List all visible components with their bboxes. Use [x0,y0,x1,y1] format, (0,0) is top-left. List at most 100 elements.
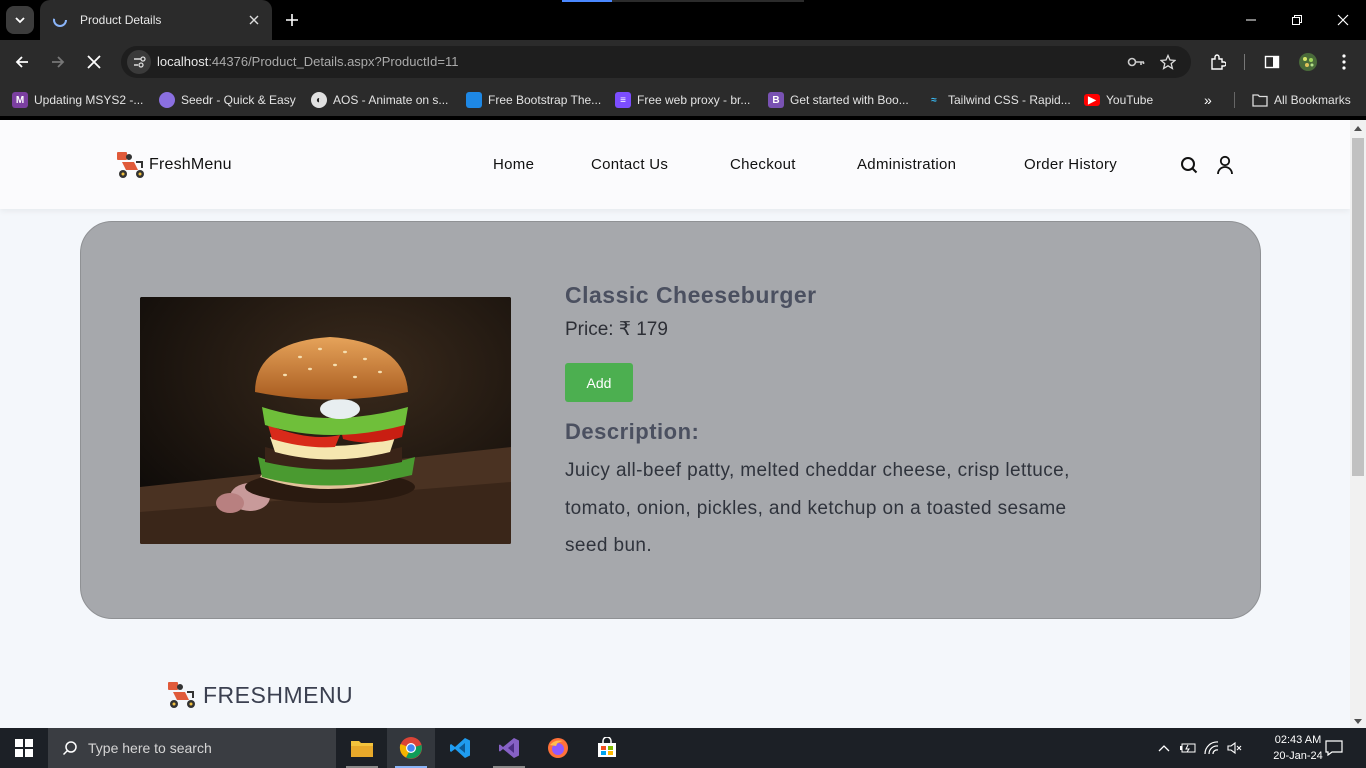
taskbar-search-box[interactable]: Type here to search [48,728,336,768]
bootstrap-icon: B [768,92,784,108]
bookmarks-overflow-button[interactable]: » [1204,92,1212,108]
all-bookmarks-folder[interactable]: All Bookmarks [1252,92,1351,108]
user-icon[interactable] [1214,154,1236,176]
scroll-up-icon[interactable] [1354,126,1362,131]
file-explorer-app[interactable] [338,728,386,768]
bookmark-item[interactable]: ◐ AOS - Animate on s... [311,92,448,108]
close-window-button[interactable] [1320,0,1366,40]
battery-icon[interactable] [1179,740,1197,756]
footer-brand[interactable]: FRESHMENU [165,678,353,712]
bookmarks-bar: M Updating MSYS2 -... Seedr - Quick & Eas… [0,84,1366,116]
chevron-double-right-icon: » [1204,92,1212,108]
search-icon [62,741,77,756]
windows-taskbar: Type here to search 02:43 AM 20-Jan-24 [0,728,1366,768]
tailwind-icon: ≈ [931,94,937,106]
start-button[interactable] [0,728,48,768]
network-icon[interactable] [1203,740,1221,756]
product-card: Classic Cheeseburger Price: ₹ 179 Add De… [80,221,1261,619]
minimize-button[interactable] [1228,0,1274,40]
bookmark-item[interactable]: ▶ YouTube [1084,92,1153,108]
scrollbar-thumb[interactable] [1352,138,1364,476]
msys2-icon: M [12,92,28,108]
nav-home[interactable]: Home [493,156,534,173]
restore-icon [1292,15,1302,25]
chrome-menu-icon[interactable] [1330,48,1358,76]
microsoft-store-app[interactable] [583,728,631,768]
delivery-scooter-logo-icon [168,682,195,708]
site-info-icon[interactable] [127,50,151,74]
search-icon[interactable] [1178,154,1200,176]
page-scrollbar[interactable] [1350,120,1366,728]
notification-icon[interactable] [1324,740,1344,756]
clock-date: 20-Jan-24 [1273,750,1323,762]
product-image [140,297,511,544]
youtube-icon: ▶ [1084,94,1100,106]
bookmark-star-icon[interactable] [1154,48,1182,76]
minimize-icon [1246,19,1256,21]
product-description: Juicy all-beef patty, melted cheddar che… [565,460,1070,556]
address-bar[interactable]: localhost:44376/Product_Details.aspx?Pro… [121,46,1191,78]
chrome-app[interactable] [387,728,435,768]
show-hidden-icons-chevron-icon[interactable] [1155,740,1173,756]
delivery-scooter-logo-icon [117,152,144,178]
toolbar-divider [1244,54,1245,70]
new-tab-button[interactable] [282,10,302,30]
url-text[interactable]: localhost:44376/Product_Details.aspx?Pro… [157,54,459,69]
browser-toolbar: localhost:44376/Product_Details.aspx?Pro… [0,40,1366,84]
close-icon [1337,14,1349,26]
arrow-right-icon [52,56,65,68]
extensions-icon[interactable] [1204,48,1232,76]
bookmark-item[interactable]: Free Bootstrap The... [466,92,601,108]
product-price: Price: ₹ 179 [565,319,668,340]
plus-icon [286,14,298,26]
globe-icon: ◐ [311,92,327,108]
site-brand[interactable]: FreshMenu [114,148,232,182]
nav-administration[interactable]: Administration [857,156,956,173]
bookmark-item[interactable]: ≈ Tailwind CSS - Rapid... [926,92,1070,108]
tab-search-button[interactable] [6,6,34,34]
taskbar-search-placeholder: Type here to search [88,740,212,756]
brand-name: FreshMenu [149,156,232,173]
vscode-icon [450,738,470,758]
visual-studio-icon [499,738,519,758]
vscode-app[interactable] [436,728,484,768]
seedr-icon [159,92,175,108]
firefox-app[interactable] [534,728,582,768]
site-header: FreshMenu Home Contact Us Checkout Admin… [0,120,1350,209]
forward-button[interactable] [44,48,72,76]
scroll-down-icon[interactable] [1354,719,1362,724]
stop-loading-button[interactable] [80,48,108,76]
tab-close-icon[interactable] [244,10,264,30]
bookmarks-divider [1234,92,1235,108]
bookmark-item[interactable]: B Get started with Boo... [768,92,909,108]
bookmark-item[interactable]: M Updating MSYS2 -... [12,92,143,108]
taskbar-clock[interactable]: 02:43 AM 20-Jan-24 [1272,732,1324,764]
add-to-cart-button[interactable]: Add [565,363,633,402]
chrome-icon [399,737,422,759]
bookmark-item[interactable]: Seedr - Quick & Easy [159,92,296,108]
folder-icon [351,741,373,757]
stop-icon [87,55,101,69]
clock-time: 02:43 AM [1274,734,1322,746]
bookmark-item[interactable]: ≡ Free web proxy - br... [615,92,750,108]
store-icon [598,737,616,757]
proxy-icon: ≡ [615,92,631,108]
browser-tab[interactable]: Product Details [40,0,272,40]
profile-avatar[interactable] [1294,48,1322,76]
chevron-down-icon [15,17,25,24]
password-key-icon[interactable] [1122,48,1150,76]
nav-checkout[interactable]: Checkout [730,156,796,173]
nav-order-history[interactable]: Order History [1024,156,1117,173]
nav-contact-us[interactable]: Contact Us [591,156,668,173]
product-title: Classic Cheeseburger [565,282,817,308]
arrow-left-icon [15,56,28,68]
firefox-icon [548,738,568,758]
visual-studio-app[interactable] [485,728,533,768]
tab-title: Product Details [80,13,162,27]
side-panel-icon[interactable] [1258,48,1286,76]
back-button[interactable] [8,48,36,76]
browser-tab-strip: Product Details [0,0,1366,40]
bootstrap-theme-icon [466,92,482,108]
restore-button[interactable] [1274,0,1320,40]
volume-muted-icon[interactable] [1226,740,1244,756]
